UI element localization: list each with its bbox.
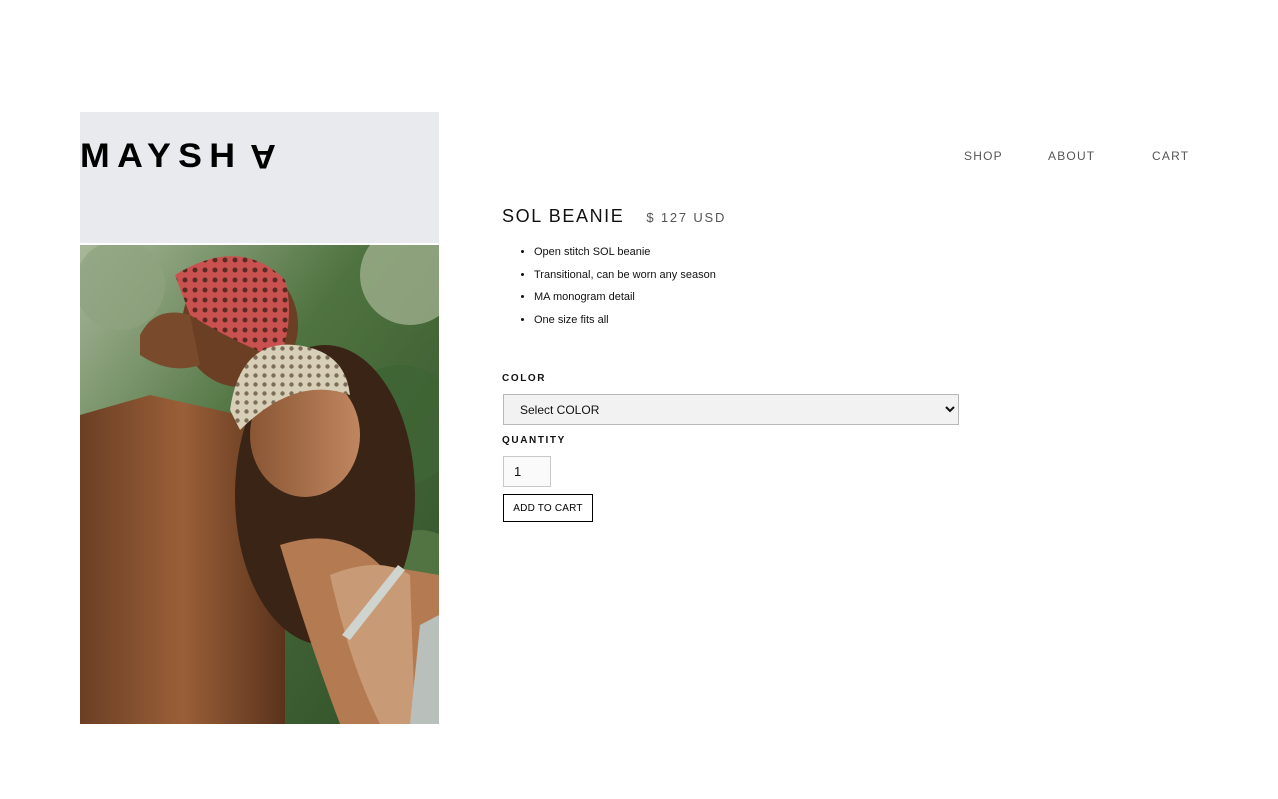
- color-label: COLOR: [502, 373, 547, 384]
- product-photo: [80, 245, 439, 724]
- product-info: SOL BEANIE $ 127 USD Open stitch SOL bea…: [502, 206, 972, 335]
- feature-item: MA monogram detail: [534, 290, 972, 313]
- logo-text-main: MAYSH: [80, 137, 243, 175]
- nav-shop-link[interactable]: SHOP: [964, 149, 1003, 163]
- brand-logo[interactable]: MAYSHA: [80, 137, 276, 175]
- feature-item: One size fits all: [534, 313, 972, 336]
- nav-cart-link[interactable]: CART: [1152, 149, 1189, 163]
- color-select[interactable]: Select COLOR: [503, 394, 959, 425]
- title-row: SOL BEANIE $ 127 USD: [502, 206, 972, 232]
- product-price: $ 127 USD: [646, 210, 727, 225]
- main-nav: SHOP ABOUT CART: [940, 149, 1200, 165]
- quantity-input[interactable]: [503, 456, 551, 487]
- product-photo-illustration: [80, 245, 439, 724]
- feature-list: Open stitch SOL beanie Transitional, can…: [502, 245, 972, 335]
- feature-item: Transitional, can be worn any season: [534, 268, 972, 291]
- nav-about-link[interactable]: ABOUT: [1048, 149, 1095, 163]
- add-to-cart-button[interactable]: ADD TO CART: [503, 494, 593, 522]
- product-title: SOL BEANIE: [502, 206, 625, 226]
- quantity-label: QUANTITY: [502, 435, 566, 446]
- logo-text-flipped: A: [242, 137, 276, 175]
- logo-panel: MAYSHA: [80, 112, 439, 243]
- feature-item: Open stitch SOL beanie: [534, 245, 972, 268]
